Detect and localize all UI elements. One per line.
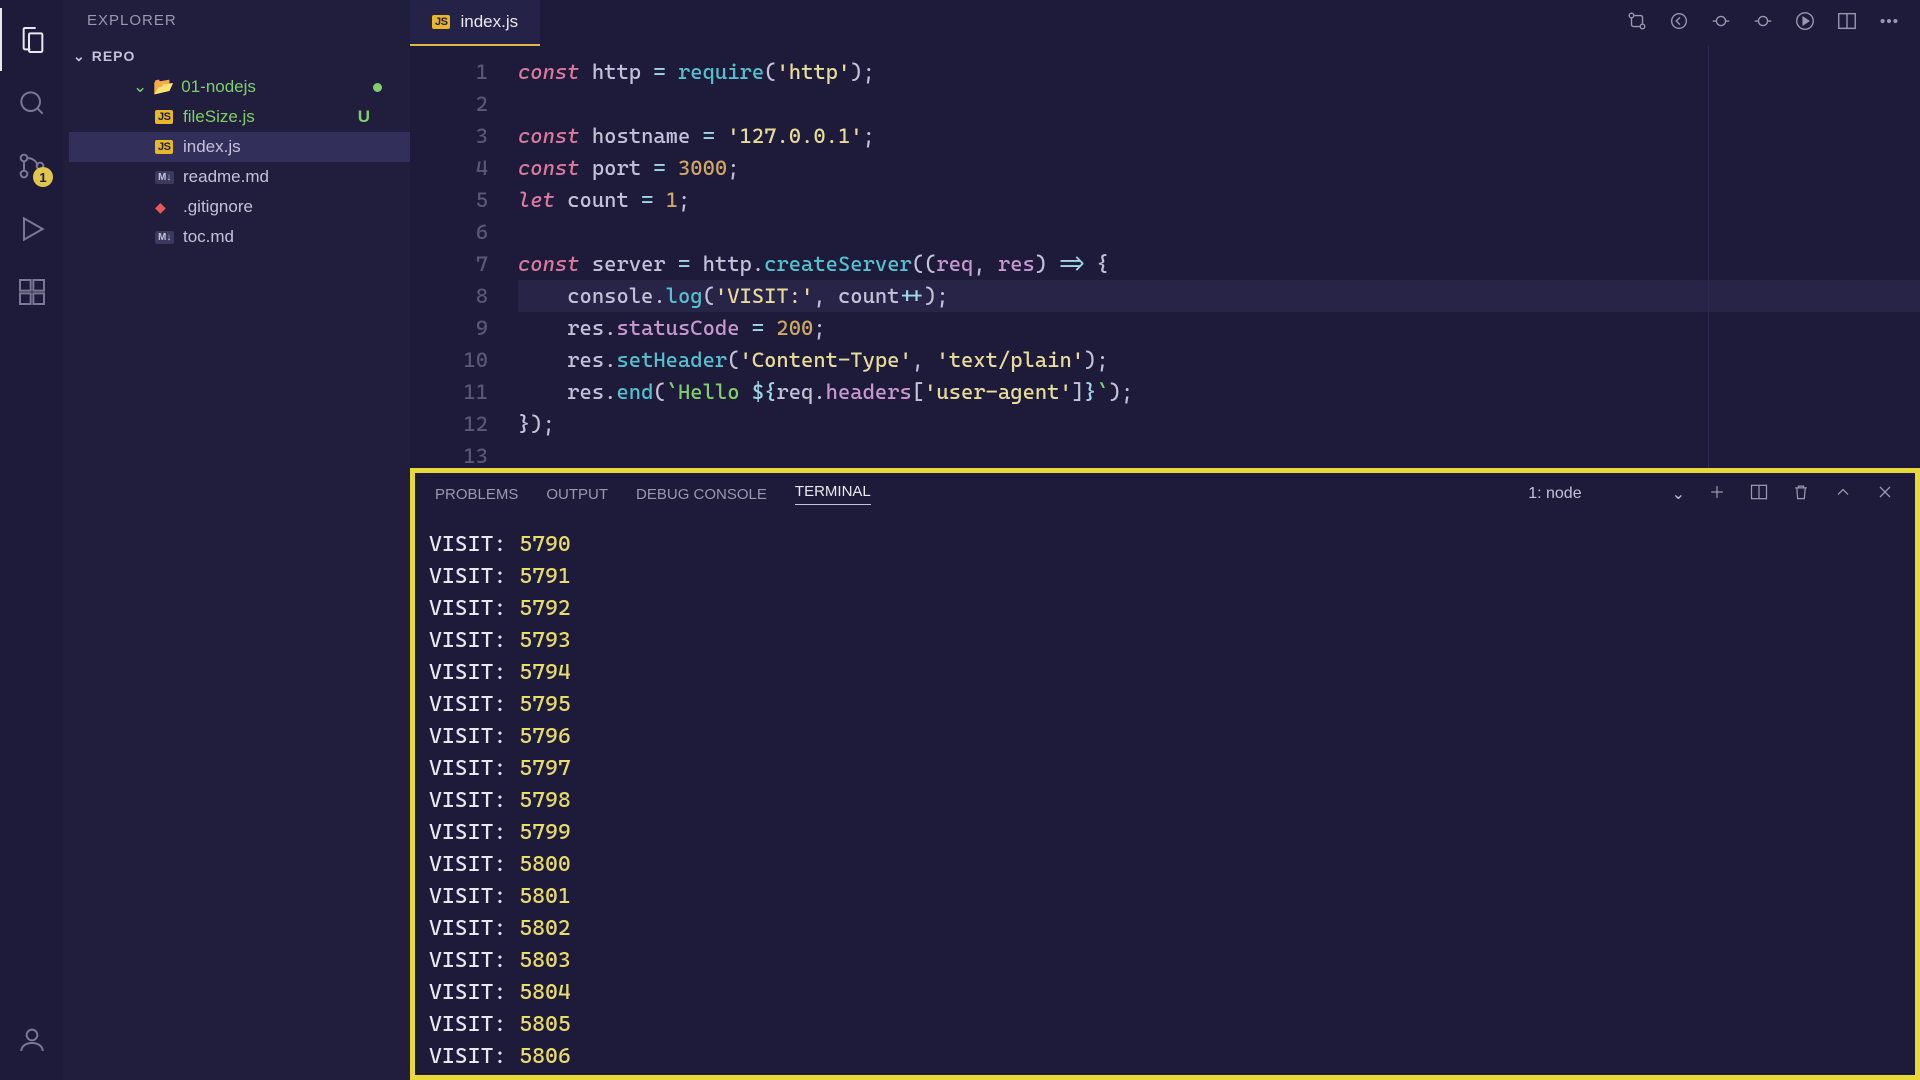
explorer-title: EXPLORER [63, 0, 410, 40]
tab-problems[interactable]: PROBLEMS [435, 486, 518, 503]
new-terminal-icon[interactable] [1707, 482, 1727, 506]
line-number: 7 [410, 248, 488, 280]
terminal-line: VISIT: 5802 [429, 913, 1901, 945]
line-number-gutter: 12345678910111213 [410, 46, 518, 468]
file--gitignore[interactable]: ◆ .gitignore [69, 192, 410, 222]
line-number: 11 [410, 376, 488, 408]
file-label: fileSize.js [183, 107, 255, 127]
terminal-line: VISIT: 5794 [429, 657, 1901, 689]
file-tree: ⌄ 📂 01-nodejs JS fileSize.js U JS index.js M↓… [63, 72, 410, 252]
accounts-icon[interactable] [0, 1007, 63, 1070]
terminal-line: VISIT: 5800 [429, 849, 1901, 881]
terminal-line: VISIT: 5799 [429, 817, 1901, 849]
folder-label: 01-nodejs [181, 77, 256, 97]
file-label: index.js [183, 137, 241, 157]
bottom-panel: PROBLEMS OUTPUT DEBUG CONSOLE TERMINAL 1… [410, 468, 1920, 1080]
file-label: .gitignore [183, 197, 253, 217]
file-index-js[interactable]: JS index.js [69, 132, 410, 162]
source-control-icon[interactable]: 1 [0, 134, 63, 197]
code-content[interactable]: const http = require('http'); const host… [518, 46, 1920, 468]
tab-debug-console[interactable]: DEBUG CONSOLE [636, 486, 767, 503]
panel-tabs: PROBLEMS OUTPUT DEBUG CONSOLE TERMINAL 1… [415, 473, 1915, 515]
editor-group: JS index.js 12345678910111213 const http… [410, 0, 1920, 1080]
editor-ruler [1708, 46, 1709, 468]
line-number: 9 [410, 312, 488, 344]
code-editor[interactable]: 12345678910111213 const http = require('… [410, 46, 1920, 468]
line-number: 4 [410, 152, 488, 184]
next-icon[interactable] [1752, 10, 1774, 37]
maximize-panel-icon[interactable] [1833, 482, 1853, 506]
split-terminal-icon[interactable] [1749, 482, 1769, 506]
terminal-line: VISIT: 5793 [429, 625, 1901, 657]
source-control-badge: 1 [33, 167, 53, 187]
terminal-line: VISIT: 5792 [429, 593, 1901, 625]
terminal-line: VISIT: 5805 [429, 1009, 1901, 1041]
modified-dot-icon [373, 83, 382, 92]
terminal-line: VISIT: 5791 [429, 561, 1901, 593]
md-file-icon: M↓ [155, 171, 174, 184]
terminal-line: VISIT: 5796 [429, 721, 1901, 753]
line-number: 12 [410, 408, 488, 440]
close-panel-icon[interactable] [1875, 482, 1895, 506]
git-file-icon: ◆ [155, 199, 166, 216]
terminal-output[interactable]: VISIT: 5790VISIT: 5791VISIT: 5792VISIT: … [415, 515, 1915, 1075]
line-number: 13 [410, 440, 488, 468]
terminal-line: VISIT: 5790 [429, 529, 1901, 561]
chevron-down-icon: ⌄ [1672, 484, 1685, 504]
js-file-icon: JS [432, 15, 450, 29]
tab-index-js[interactable]: JS index.js [410, 0, 540, 46]
repo-section-header[interactable]: ⌄ REPO [63, 40, 410, 72]
line-number: 3 [410, 120, 488, 152]
terminal-selector[interactable]: 1: node ⌄ [1528, 484, 1685, 504]
line-number: 2 [410, 88, 488, 120]
chevron-down-icon: ⌄ [73, 48, 86, 65]
file-fileSize-js[interactable]: JS fileSize.js U [69, 102, 410, 132]
compare-changes-icon[interactable] [1626, 10, 1648, 37]
git-status-badge: U [358, 107, 370, 127]
explorer-icon[interactable] [0, 8, 63, 71]
more-icon[interactable] [1878, 10, 1900, 37]
kill-terminal-icon[interactable] [1791, 482, 1811, 506]
terminal-selector-label: 1: node [1528, 485, 1581, 503]
repo-section-label: REPO [92, 48, 136, 64]
terminal-line: VISIT: 5795 [429, 689, 1901, 721]
line-number: 5 [410, 184, 488, 216]
extensions-icon[interactable] [0, 260, 63, 323]
terminal-line: VISIT: 5798 [429, 785, 1901, 817]
tab-terminal[interactable]: TERMINAL [795, 483, 871, 505]
terminal-line: VISIT: 5803 [429, 945, 1901, 977]
file-toc-md[interactable]: M↓ toc.md [69, 222, 410, 252]
file-readme-md[interactable]: M↓ readme.md [69, 162, 410, 192]
prev-icon[interactable] [1710, 10, 1732, 37]
editor-actions [1626, 0, 1920, 46]
tab-label: index.js [460, 12, 518, 32]
line-number: 8 [410, 280, 488, 312]
line-number: 6 [410, 216, 488, 248]
chevron-down-icon: ⌄ [133, 77, 147, 97]
run-icon[interactable] [1794, 10, 1816, 37]
md-file-icon: M↓ [155, 231, 174, 244]
run-debug-icon[interactable] [0, 197, 63, 260]
go-back-icon[interactable] [1668, 10, 1690, 37]
file-label: toc.md [183, 227, 234, 247]
explorer-panel: EXPLORER ⌄ REPO ⌄ 📂 01-nodejs JS fileSize… [63, 0, 410, 1080]
editor-tabs: JS index.js [410, 0, 1920, 46]
activity-bar: 1 [0, 0, 63, 1080]
terminal-line: VISIT: 5797 [429, 753, 1901, 785]
panel-actions: 1: node ⌄ [1528, 482, 1895, 506]
line-number: 1 [410, 56, 488, 88]
js-file-icon: JS [155, 110, 173, 124]
js-file-icon: JS [155, 140, 173, 154]
terminal-line: VISIT: 5804 [429, 977, 1901, 1009]
file-label: readme.md [183, 167, 269, 187]
terminal-line: VISIT: 5801 [429, 881, 1901, 913]
folder-01-nodejs[interactable]: ⌄ 📂 01-nodejs [69, 72, 410, 102]
split-editor-icon[interactable] [1836, 10, 1858, 37]
terminal-line: VISIT: 5806 [429, 1041, 1901, 1073]
folder-open-icon: 📂 [153, 77, 175, 97]
line-number: 10 [410, 344, 488, 376]
search-icon[interactable] [0, 71, 63, 134]
tab-output[interactable]: OUTPUT [546, 486, 608, 503]
